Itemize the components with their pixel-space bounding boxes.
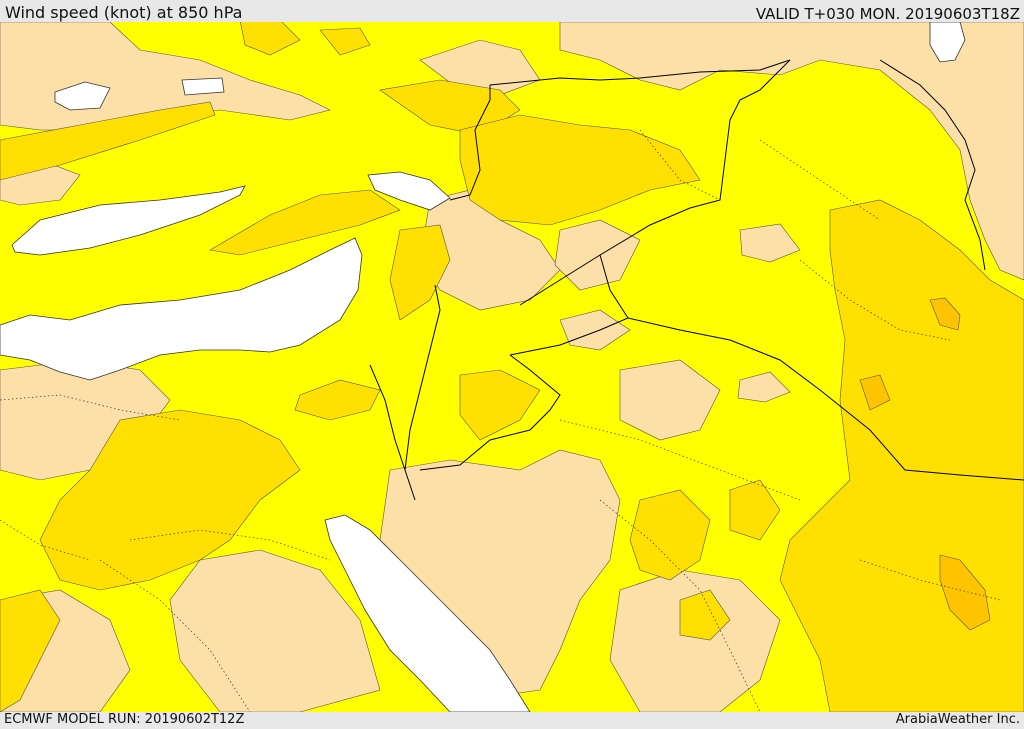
lake-center xyxy=(181,77,225,96)
map-title: Wind speed (knot) at 850 hPa xyxy=(5,3,243,22)
valid-time: VALID T+030 MON. 20190603T18Z xyxy=(755,5,1020,23)
header-bar: Wind speed (knot) at 850 hPa VALID T+030… xyxy=(0,0,1024,23)
credit: ArabiaWeather Inc. xyxy=(895,712,1020,727)
footer-bar: ECMWF MODEL RUN: 20190602T12Z ArabiaWeat… xyxy=(0,712,1024,729)
model-run: ECMWF MODEL RUN: 20190602T12Z xyxy=(4,712,245,727)
wind-speed-map[interactable] xyxy=(0,22,1024,712)
map-canvas xyxy=(0,22,1024,712)
